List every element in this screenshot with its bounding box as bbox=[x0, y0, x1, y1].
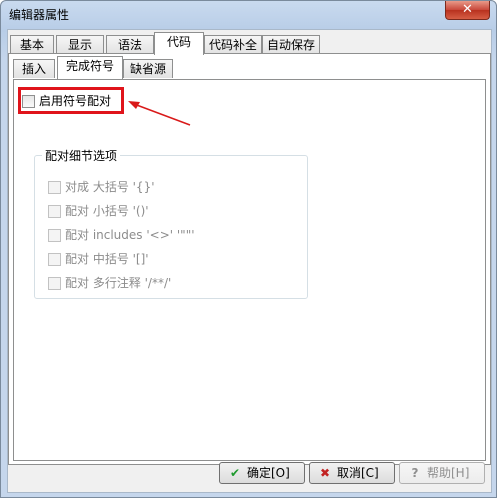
close-button[interactable]: ✕ bbox=[445, 1, 490, 20]
option-label: 配对 中括号 '[]' bbox=[65, 252, 149, 266]
tab-display[interactable]: 显示 bbox=[56, 35, 104, 54]
enable-pairing-label: 启用符号配对 bbox=[39, 94, 112, 108]
checkbox-box bbox=[48, 181, 61, 194]
option-label: 对成 大括号 '{}' bbox=[65, 180, 155, 194]
tab-syntax[interactable]: 语法 bbox=[106, 35, 154, 54]
cancel-label: 取消[C] bbox=[337, 466, 379, 480]
option-parentheses: 配对 小括号 '()' bbox=[48, 202, 149, 219]
annotation-arrow-icon bbox=[128, 101, 191, 126]
ok-button[interactable]: ✔ 确定[O] bbox=[219, 462, 305, 484]
title-bar: 编辑器属性 ✕ bbox=[1, 1, 496, 27]
cross-icon: ✖ bbox=[319, 466, 331, 480]
close-icon: ✕ bbox=[462, 2, 473, 17]
cancel-button[interactable]: ✖ 取消[C] bbox=[309, 462, 395, 484]
help-label: 帮助[H] bbox=[427, 466, 470, 480]
tab-label: 基本 bbox=[19, 38, 44, 52]
checkbox-box bbox=[48, 229, 61, 242]
tab-label: 代码 bbox=[166, 35, 191, 49]
option-label: 配对 includes '<>' '""' bbox=[65, 228, 195, 242]
checkbox-box bbox=[48, 253, 61, 266]
window-title: 编辑器属性 bbox=[9, 8, 70, 22]
help-button[interactable]: ? 帮助[H] bbox=[399, 462, 485, 484]
tab-label: 代码补全 bbox=[208, 38, 257, 52]
ok-label: 确定[O] bbox=[247, 466, 290, 480]
checkbox-box bbox=[48, 205, 61, 218]
subtab-label: 缺省源 bbox=[129, 62, 166, 76]
option-braces: 对成 大括号 '{}' bbox=[48, 178, 155, 195]
tab-label: 显示 bbox=[67, 38, 92, 52]
checkbox-box[interactable] bbox=[22, 95, 35, 108]
tab-basic[interactable]: 基本 bbox=[10, 35, 54, 54]
completion-symbols-panel: 启用符号配对 配对细节选项 对成 大括号 '{}' 配对 小括号 '()' 配对… bbox=[13, 79, 486, 461]
subtab-completion-symbols[interactable]: 完成符号 bbox=[57, 56, 123, 79]
dialog-client: 基本 显示 语法 代码 代码补全 自动保存 插入 完成符号 缺省源 启用符号配对 bbox=[7, 29, 492, 493]
subtab-label: 插入 bbox=[21, 62, 46, 76]
option-label: 配对 多行注释 '/**/' bbox=[65, 276, 172, 290]
option-brackets: 配对 中括号 '[]' bbox=[48, 250, 149, 267]
check-icon: ✔ bbox=[229, 466, 241, 480]
help-icon: ? bbox=[411, 466, 419, 480]
subtab-default-source[interactable]: 缺省源 bbox=[123, 59, 173, 78]
dialog-window: 编辑器属性 ✕ 基本 显示 语法 代码 代码补全 自动保存 插入 完成符号 缺省… bbox=[0, 0, 497, 498]
checkbox-box bbox=[48, 277, 61, 290]
tab-code-completion[interactable]: 代码补全 bbox=[204, 35, 262, 54]
option-multiline-comment: 配对 多行注释 '/**/' bbox=[48, 274, 171, 291]
tab-label: 自动保存 bbox=[266, 38, 315, 52]
tab-autosave[interactable]: 自动保存 bbox=[262, 35, 320, 54]
subtab-label: 完成符号 bbox=[65, 59, 114, 73]
tab-code[interactable]: 代码 bbox=[154, 32, 204, 55]
tab-label: 语法 bbox=[117, 38, 142, 52]
enable-pairing-checkbox[interactable]: 启用符号配对 bbox=[22, 92, 111, 109]
subtab-insert[interactable]: 插入 bbox=[13, 59, 55, 78]
code-tab-panel: 插入 完成符号 缺省源 启用符号配对 配对细节选项 对成 大括号 '{}' 配对… bbox=[8, 53, 491, 465]
group-title: 配对细节选项 bbox=[42, 147, 121, 164]
option-label: 配对 小括号 '()' bbox=[65, 204, 149, 218]
option-includes: 配对 includes '<>' '""' bbox=[48, 226, 195, 243]
